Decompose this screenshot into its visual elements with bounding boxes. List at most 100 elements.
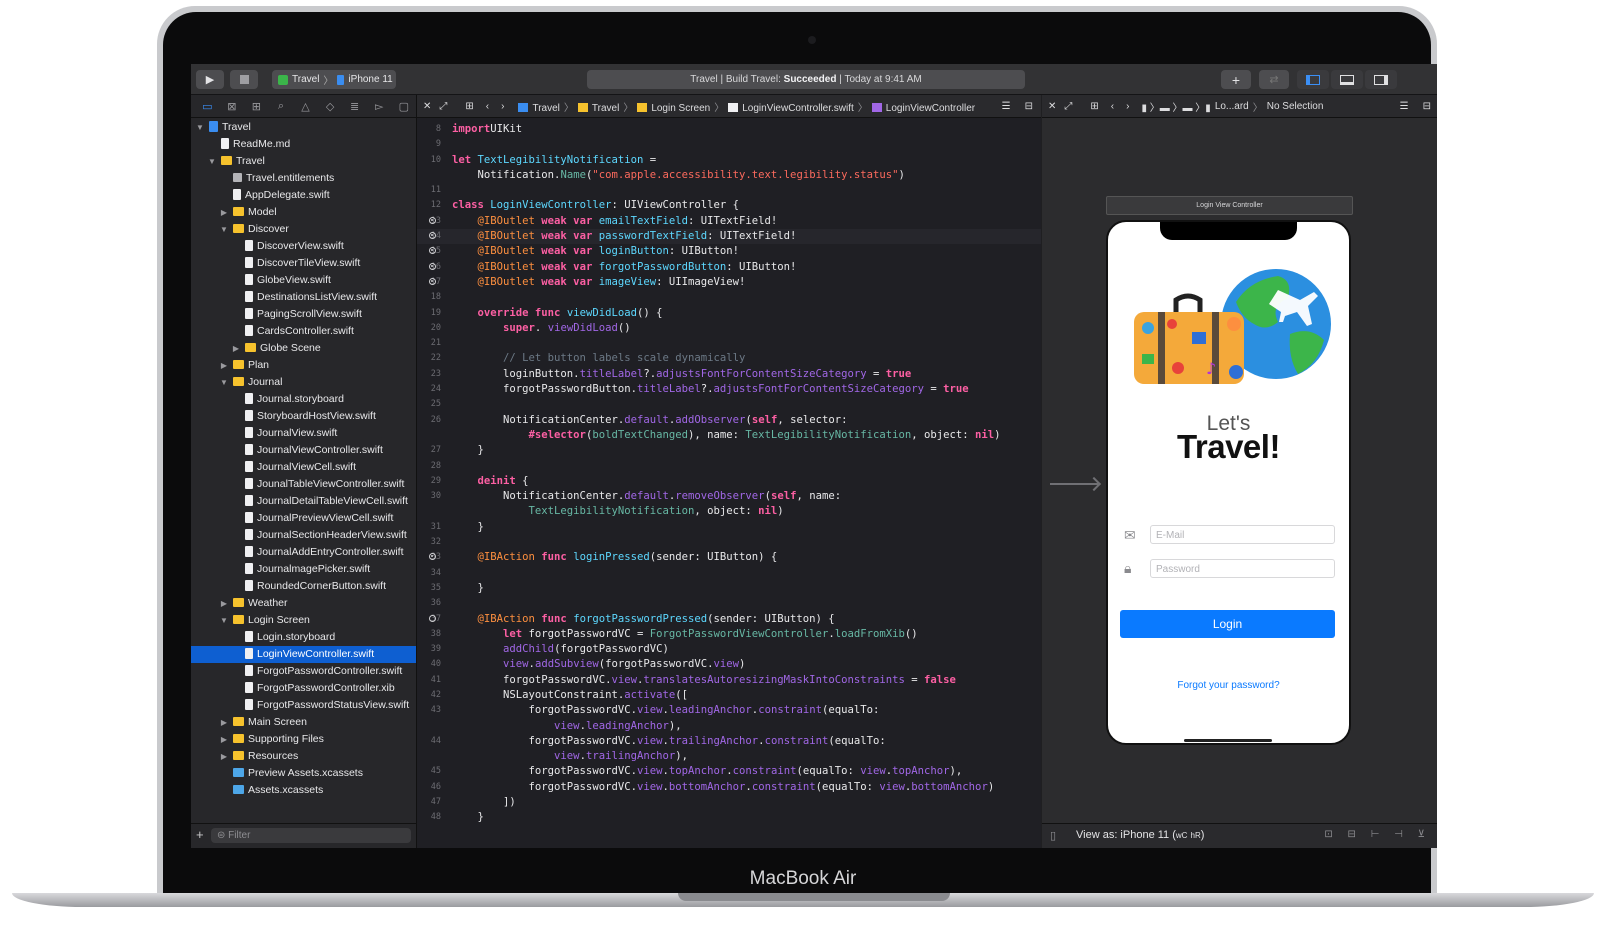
code-line[interactable]: 40 view.addSubview(forgotPasswordVC.view… <box>417 657 1041 672</box>
tree-file[interactable]: ReadMe.md <box>191 136 416 153</box>
tree-folder[interactable]: ▼ Travel <box>191 153 416 170</box>
tree-file[interactable]: JournalViewCell.swift <box>191 459 416 476</box>
add-editor-icon[interactable]: ⊟ <box>1025 101 1033 112</box>
source-control-icon[interactable]: ⊠ <box>220 100 245 113</box>
disclosure-closed-icon[interactable]: ▶ <box>219 748 229 765</box>
disclosure-open-icon[interactable]: ▼ <box>195 119 205 136</box>
code-line[interactable]: 46 forgotPasswordVC.view.bottomAnchor.co… <box>417 780 1041 795</box>
tree-folder[interactable]: ▼ Login Screen <box>191 612 416 629</box>
tree-folder[interactable]: ▶ Plan <box>191 357 416 374</box>
tree-folder[interactable]: ▶ Globe Scene <box>191 340 416 357</box>
expand-icon[interactable]: ⤢ <box>439 101 447 112</box>
code-line[interactable]: 29 deinit { <box>417 474 1041 489</box>
code-line[interactable]: view.leadingAnchor), <box>417 719 1041 734</box>
breadcrumb-item[interactable]: Login Screen <box>651 103 710 114</box>
tree-file[interactable]: RoundedCornerButton.swift <box>191 578 416 595</box>
tree-file[interactable]: Travel.entitlements <box>191 170 416 187</box>
view-as-button[interactable]: View as: iPhone 11 (wC hR) <box>1076 829 1204 841</box>
code-line[interactable]: 16 @IBOutlet weak var forgotPasswordButt… <box>417 260 1041 275</box>
breakpoint-icon[interactable]: ▻ <box>367 100 392 113</box>
code-line[interactable]: 11 <box>417 183 1041 198</box>
tree-folder[interactable]: ▶ Model <box>191 204 416 221</box>
toggle-navigator-button[interactable] <box>1297 70 1329 89</box>
add-editor-icon[interactable]: ⊟ <box>1423 101 1431 112</box>
code-review-button[interactable]: ⇄ <box>1259 70 1289 89</box>
tree-file[interactable]: DiscoverView.swift <box>191 238 416 255</box>
code-line[interactable]: 27 } <box>417 443 1041 458</box>
tree-file[interactable]: ForgotPasswordStatusView.swift <box>191 697 416 714</box>
grid-icon[interactable]: ⊞ <box>1090 101 1098 112</box>
code-line[interactable]: 25 <box>417 397 1041 412</box>
tree-file[interactable]: JournalAddEntryController.swift <box>191 544 416 561</box>
code-line[interactable]: Notification.Name("com.apple.accessibili… <box>417 168 1041 183</box>
code-line[interactable]: 23 loginButton.titleLabel?.adjustsFontFo… <box>417 367 1041 382</box>
disclosure-closed-icon[interactable]: ▶ <box>219 731 229 748</box>
test-icon[interactable]: ◇ <box>318 100 343 113</box>
document-outline-icon[interactable]: ▯ <box>1050 829 1056 842</box>
breadcrumb-item[interactable]: Travel <box>532 103 559 114</box>
tree-file[interactable]: ForgotPasswordController.xib <box>191 680 416 697</box>
symbol-icon[interactable]: ⊞ <box>244 100 269 113</box>
warning-icon[interactable]: △ <box>293 100 318 113</box>
tree-file[interactable]: JournalPreviewViewCell.swift <box>191 510 416 527</box>
tree-file[interactable]: JournalSectionHeaderView.swift <box>191 527 416 544</box>
code-line[interactable]: 44 forgotPasswordVC.view.trailingAnchor.… <box>417 734 1041 749</box>
code-line[interactable]: 35 } <box>417 581 1041 596</box>
login-button[interactable]: Login <box>1120 610 1335 638</box>
tree-file[interactable]: PagingScrollView.swift <box>191 306 416 323</box>
code-line[interactable]: 9 <box>417 137 1041 152</box>
disclosure-closed-icon[interactable]: ▶ <box>219 204 229 221</box>
disclosure-closed-icon[interactable]: ▶ <box>219 357 229 374</box>
close-icon[interactable]: ✕ <box>1048 101 1056 112</box>
code-line[interactable]: 48 } <box>417 810 1041 825</box>
unconnected-outlet-icon[interactable] <box>429 614 436 622</box>
tree-file[interactable]: DestinationsListView.swift <box>191 289 416 306</box>
tree-folder[interactable]: ▶ Weather <box>191 595 416 612</box>
code-line[interactable]: 34 <box>417 566 1041 581</box>
tree-file[interactable]: DiscoverTileView.swift <box>191 255 416 272</box>
disclosure-closed-icon[interactable]: ▶ <box>231 340 241 357</box>
disclosure-open-icon[interactable]: ▼ <box>219 612 229 629</box>
library-button[interactable]: + <box>1221 70 1251 89</box>
tree-file[interactable]: ▼ Travel <box>191 119 416 136</box>
back-icon[interactable]: ‹ <box>486 101 489 112</box>
tree-file[interactable]: CardsController.swift <box>191 323 416 340</box>
connected-outlet-icon[interactable] <box>429 216 436 224</box>
disclosure-closed-icon[interactable]: ▶ <box>219 595 229 612</box>
code-line[interactable]: TextLegibilityNotification, object: nil) <box>417 504 1041 519</box>
code-line[interactable]: 26 NotificationCenter.default.addObserve… <box>417 413 1041 428</box>
connected-outlet-icon[interactable] <box>429 262 436 270</box>
tree-file[interactable]: StoryboardHostView.swift <box>191 408 416 425</box>
code-line[interactable]: 21 <box>417 336 1041 351</box>
code-line[interactable]: 39 addChild(forgotPasswordVC) <box>417 642 1041 657</box>
code-line[interactable]: 22 // Let button labels scale dynamicall… <box>417 351 1041 366</box>
forward-icon[interactable]: › <box>501 101 504 112</box>
lines-icon[interactable]: ☰ <box>1002 101 1011 112</box>
code-line[interactable]: 32 <box>417 535 1041 550</box>
code-area[interactable]: 8 importUIKit 9 10 let TextLegibilityNotific… <box>417 122 1041 826</box>
report-icon[interactable]: ▢ <box>392 100 417 113</box>
toggle-debug-button[interactable] <box>1331 70 1363 89</box>
scheme-selector[interactable]: Travel 〉 iPhone 11 <box>272 70 396 89</box>
code-line[interactable]: 19 override func viewDidLoad() { <box>417 306 1041 321</box>
disclosure-open-icon[interactable]: ▼ <box>219 221 229 238</box>
code-line[interactable]: 24 forgotPasswordButton.titleLabel?.adju… <box>417 382 1041 397</box>
scene-title[interactable]: Login View Controller <box>1106 196 1353 215</box>
code-line[interactable]: 8 importUIKit <box>417 122 1041 137</box>
run-button[interactable]: ▶ <box>196 70 224 89</box>
code-line[interactable]: 12 class LoginViewController: UIViewContr… <box>417 198 1041 213</box>
filter-input[interactable]: ⊜ Filter <box>211 828 411 843</box>
tree-folder[interactable]: ▼ Discover <box>191 221 416 238</box>
tree-folder[interactable]: ▶ Main Screen <box>191 714 416 731</box>
code-line[interactable]: 13 @IBOutlet weak var emailTextField: UI… <box>417 214 1041 229</box>
lines-icon[interactable]: ☰ <box>1400 101 1409 112</box>
disclosure-open-icon[interactable]: ▼ <box>207 153 217 170</box>
breadcrumb-item[interactable]: LoginViewController.swift <box>742 103 854 114</box>
add-file-button[interactable]: + <box>196 827 204 842</box>
code-line[interactable]: 15 @IBOutlet weak var loginButton: UIBut… <box>417 244 1041 259</box>
back-icon[interactable]: ‹ <box>1111 101 1114 112</box>
code-line[interactable]: view.trailingAnchor), <box>417 749 1041 764</box>
disclosure-closed-icon[interactable]: ▶ <box>219 714 229 731</box>
connected-outlet-icon[interactable] <box>429 277 436 285</box>
code-line[interactable]: 36 <box>417 596 1041 611</box>
